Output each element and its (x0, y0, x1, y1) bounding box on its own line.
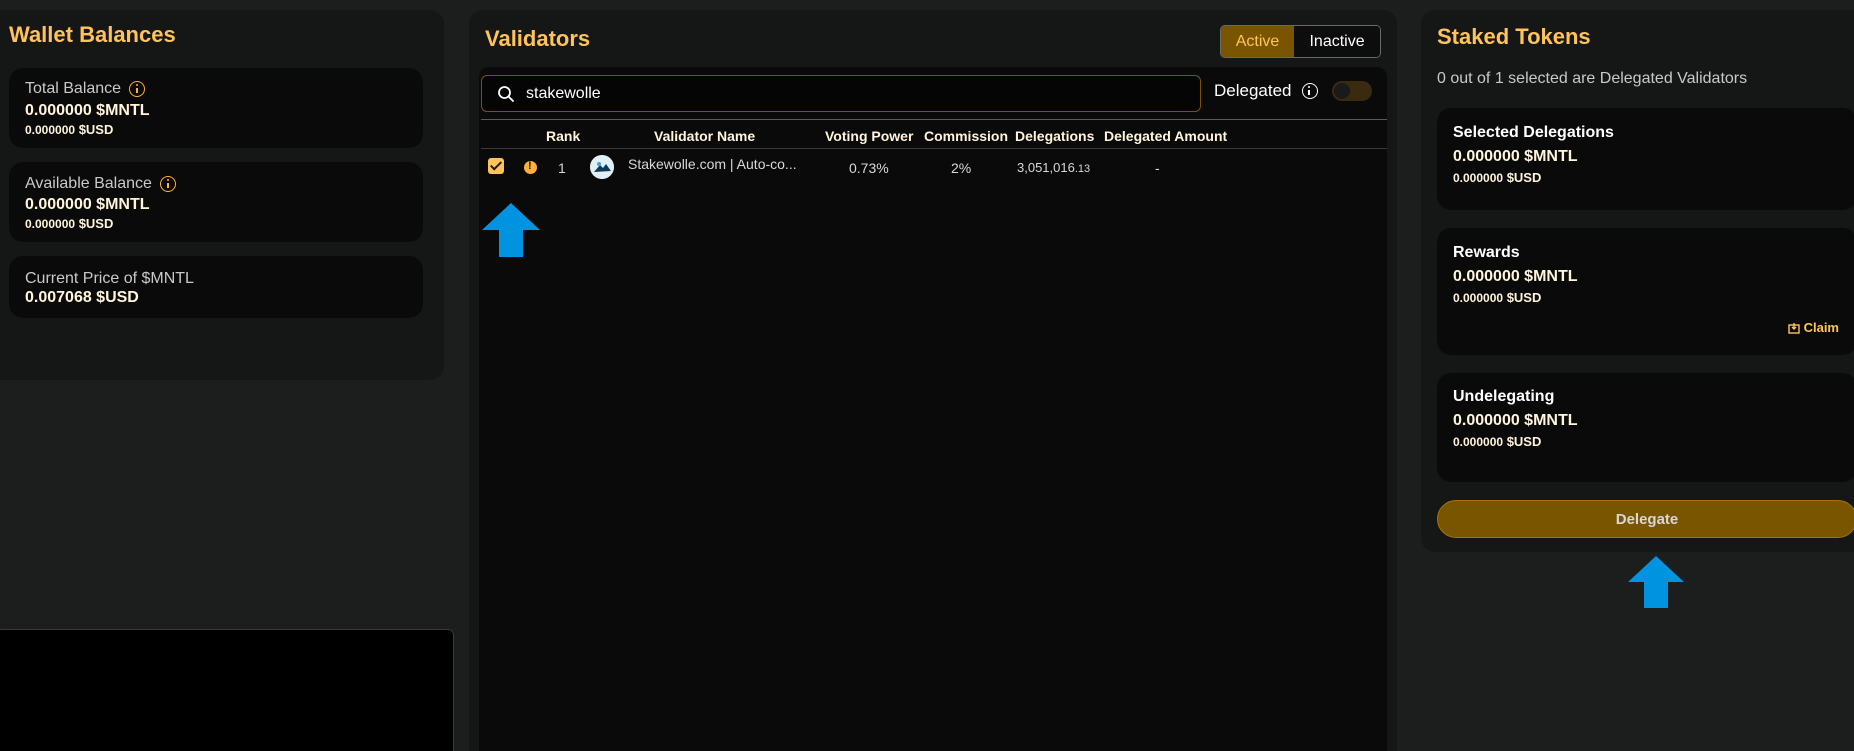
info-icon[interactable] (1301, 83, 1318, 99)
column-header-delegations[interactable]: Delegations (1015, 128, 1094, 144)
undelegating-usd: 0.000000 $USD (1453, 434, 1542, 449)
row-commission: 2% (951, 160, 972, 176)
current-price-value: 0.007068 $USD (25, 289, 139, 306)
validators-table: Delegated Rank Validator Name Voting Pow… (479, 67, 1387, 751)
tab-active[interactable]: Active (1221, 26, 1295, 57)
info-icon[interactable] (129, 81, 146, 97)
staked-tokens-panel: Staked Tokens 0 out of 1 selected are De… (1421, 10, 1854, 552)
delegated-filter-label: Delegated (1214, 81, 1292, 100)
rewards-card: Rewards 0.000000 $MNTL 0.000000 $USD Cla… (1437, 228, 1854, 355)
tab-inactive[interactable]: Inactive (1294, 26, 1380, 57)
annotation-arrow-icon (482, 203, 540, 257)
claim-icon (1787, 322, 1800, 334)
selected-delegations-label: Selected Delegations (1453, 124, 1614, 141)
validators-panel: Validators Active Inactive Delegated Ran… (469, 10, 1397, 751)
validator-avatar (590, 155, 614, 179)
warning-icon (524, 160, 537, 174)
column-header-rank[interactable]: Rank (546, 128, 580, 144)
search-icon (498, 86, 514, 102)
available-balance-label: Available Balance (25, 175, 152, 192)
checkbox-checked-icon[interactable] (488, 158, 504, 174)
wallet-balances-panel: Wallet Balances Total Balance 0.000000 $… (0, 10, 444, 380)
rewards-usd: 0.000000 $USD (1453, 290, 1542, 305)
search-input[interactable] (526, 76, 1186, 111)
search-box[interactable] (481, 75, 1201, 112)
selected-delegations-usd: 0.000000 $USD (1453, 170, 1542, 185)
row-validator-name[interactable]: Stakewolle.com | Auto-co... (628, 156, 797, 172)
row-rank: 1 (558, 160, 566, 176)
available-balance-card: Available Balance 0.000000 $MNTL 0.00000… (9, 162, 423, 242)
undelegating-label: Undelegating (1453, 388, 1555, 405)
rewards-mntl: 0.000000 $MNTL (1453, 268, 1578, 285)
selected-info-text: 0 out of 1 selected are Delegated Valida… (1437, 70, 1748, 87)
validator-status-toggle: Active Inactive (1220, 25, 1381, 58)
row-delegated-amount: - (1155, 160, 1160, 176)
available-balance-usd: 0.000000 $USD (25, 216, 114, 231)
undelegating-mntl: 0.000000 $MNTL (1453, 412, 1578, 429)
annotation-arrow-icon (1628, 556, 1684, 608)
undelegating-card: Undelegating 0.000000 $MNTL 0.000000 $US… (1437, 373, 1854, 482)
row-delegations: 3,051,016.13 (1017, 160, 1091, 175)
validators-title: Validators (485, 26, 591, 51)
available-balance-mntl: 0.000000 $MNTL (25, 196, 150, 213)
delegated-filter-toggle[interactable] (1332, 81, 1372, 101)
current-price-card: Current Price of $MNTL 0.007068 $USD (9, 256, 423, 318)
selected-delegations-card: Selected Delegations 0.000000 $MNTL 0.00… (1437, 108, 1854, 210)
staked-tokens-title: Staked Tokens (1437, 24, 1591, 49)
current-price-label: Current Price of $MNTL (25, 270, 194, 287)
total-balance-mntl: 0.000000 $MNTL (25, 102, 150, 119)
row-voting-power: 0.73% (849, 160, 889, 176)
rewards-label: Rewards (1453, 244, 1520, 261)
info-icon[interactable] (159, 176, 176, 192)
column-header-validator-name[interactable]: Validator Name (654, 128, 755, 144)
total-balance-label: Total Balance (25, 80, 122, 97)
total-balance-usd: 0.000000 $USD (25, 122, 114, 137)
column-header-commission[interactable]: Commission (924, 128, 1008, 144)
total-balance-card: Total Balance 0.000000 $MNTL 0.000000 $U… (9, 68, 423, 148)
column-header-delegated-amount[interactable]: Delegated Amount (1104, 128, 1227, 144)
claim-button[interactable]: Claim (1787, 320, 1839, 335)
delegate-button[interactable]: Delegate (1437, 500, 1854, 538)
bottom-left-panel (0, 629, 454, 751)
selected-delegations-mntl: 0.000000 $MNTL (1453, 148, 1578, 165)
wallet-balances-title: Wallet Balances (9, 22, 176, 47)
column-header-voting-power[interactable]: Voting Power (825, 128, 913, 144)
